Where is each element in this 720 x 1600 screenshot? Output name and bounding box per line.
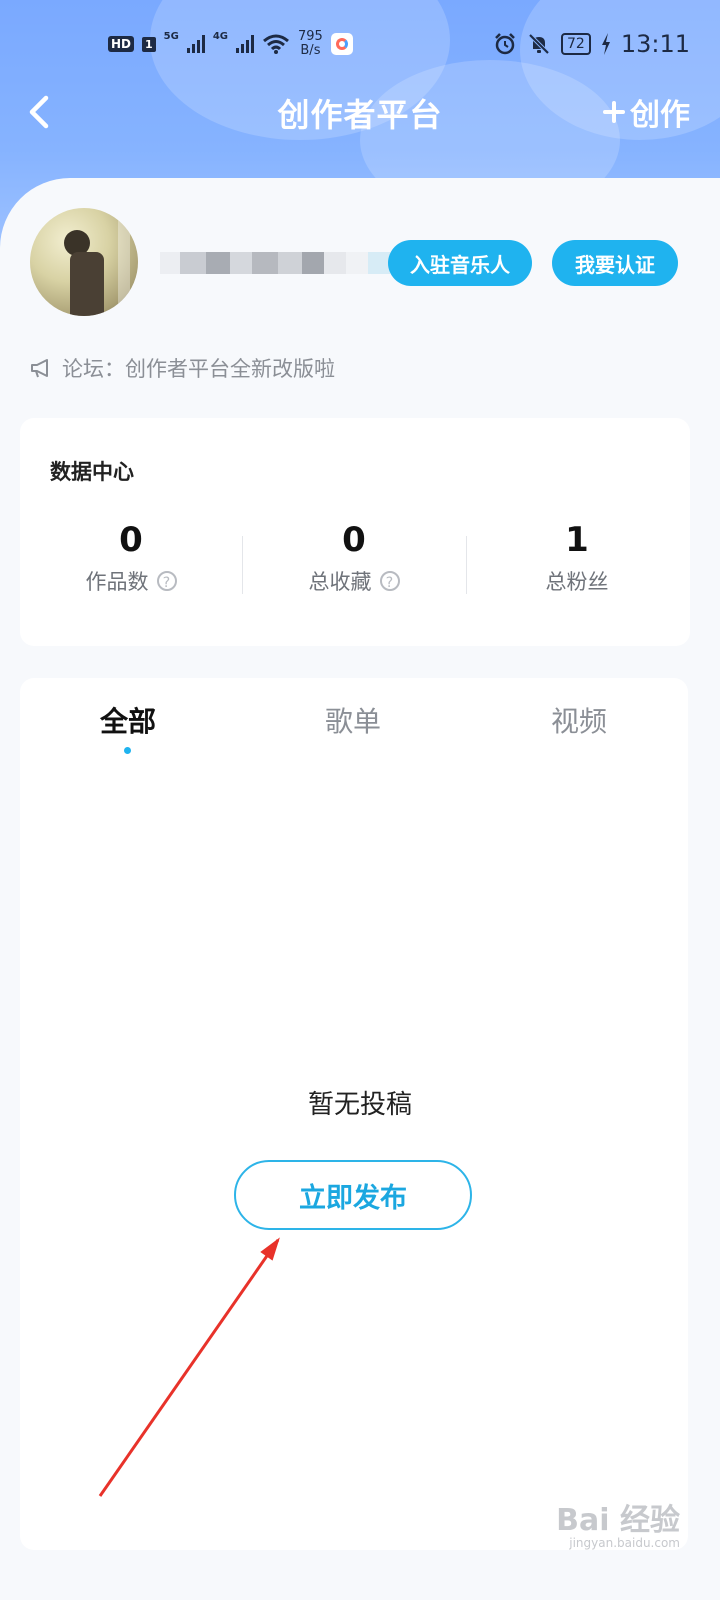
speed-unit: B/s: [300, 43, 321, 58]
network-speed: 795 B/s: [298, 30, 323, 58]
publish-button[interactable]: 立即发布: [234, 1160, 472, 1230]
stat-value: 0: [342, 520, 366, 560]
mute-bell-icon: [528, 33, 550, 55]
stat-label: 作品数: [85, 570, 149, 594]
megaphone-icon: [31, 359, 48, 378]
create-button[interactable]: 创作: [602, 90, 690, 134]
stat-value: 1: [565, 520, 589, 560]
stat-fans[interactable]: 1 总粉丝: [466, 520, 688, 596]
username-redacted: [160, 226, 390, 278]
status-left: HD 1 5G 4G 795 B/s: [108, 30, 353, 58]
stat-works[interactable]: 0 作品数 ?: [20, 520, 242, 596]
watermark-url: jingyan.baidu.com: [569, 1536, 680, 1550]
battery-level: 72: [561, 33, 591, 55]
alarm-icon: [495, 33, 515, 55]
hd-badge: HD: [108, 36, 135, 52]
app-notification-icon: [330, 33, 353, 55]
stat-label: 总收藏: [308, 570, 372, 594]
network-5g-label: 5G: [163, 30, 179, 42]
stat-favorites[interactable]: 0 总收藏 ?: [243, 520, 465, 596]
wifi-icon: [263, 34, 289, 54]
status-bar: HD 1 5G 4G 795 B/s 72 13:11: [0, 0, 720, 90]
tab-all[interactable]: 全部: [8, 700, 248, 740]
nav-bar: 创作者平台 创作: [0, 80, 720, 150]
clock: 13:11: [620, 30, 690, 58]
verify-button[interactable]: 我要认证: [552, 240, 678, 286]
create-label: 创作: [630, 98, 690, 133]
network-4g-label: 4G: [212, 30, 229, 42]
charging-icon: [601, 33, 610, 55]
join-musician-button[interactable]: 入驻音乐人: [388, 240, 532, 286]
stat-value: 0: [119, 520, 143, 560]
forum-text: 论坛：创作者平台全新改版啦: [62, 357, 335, 381]
sim-badge: 1: [142, 36, 156, 52]
empty-state-message: 暂无投稿: [307, 1090, 412, 1120]
watermark: Bai 经验: [556, 1503, 680, 1538]
status-right: 72 13:11: [493, 30, 690, 58]
help-icon[interactable]: ?: [379, 571, 400, 591]
tab-playlists[interactable]: 歌单: [233, 700, 473, 740]
forum-notice[interactable]: 论坛：创作者平台全新改版啦: [30, 353, 335, 383]
active-tab-indicator: [124, 747, 131, 754]
plus-icon: [603, 101, 625, 123]
stat-label: 总粉丝: [545, 570, 609, 594]
signal-icon: [236, 35, 255, 53]
tab-videos[interactable]: 视频: [459, 700, 699, 740]
help-icon[interactable]: ?: [156, 571, 177, 591]
signal-icon: [186, 35, 205, 53]
speed-value: 795: [298, 29, 323, 44]
avatar[interactable]: [30, 208, 138, 316]
data-center-title: 数据中心: [50, 460, 134, 484]
data-center-card: 数据中心 0 作品数 ? 0 总收藏 ? 1 总粉丝: [20, 418, 690, 646]
